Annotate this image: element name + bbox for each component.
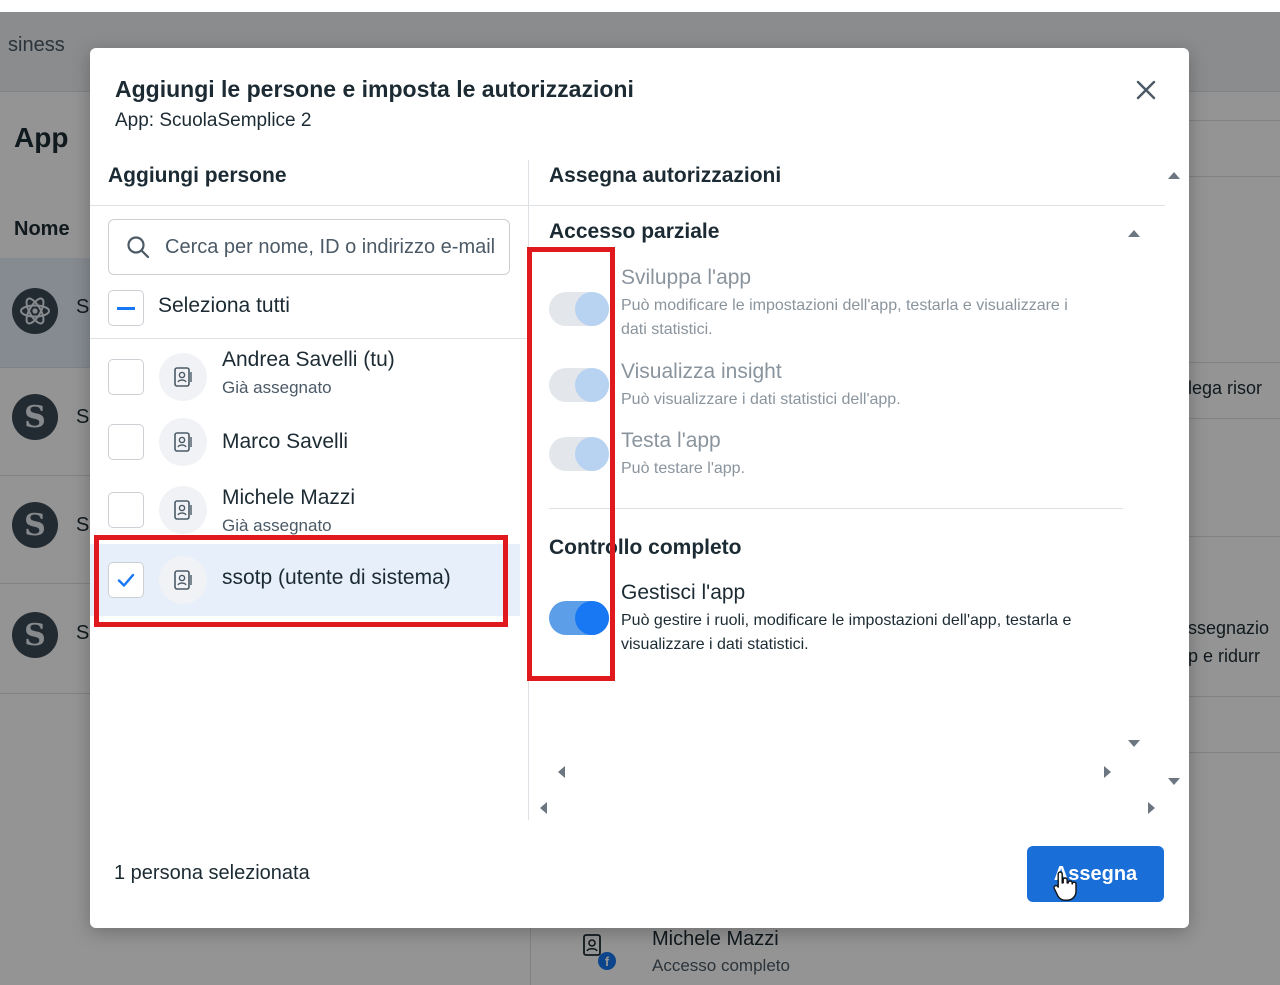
permissions-dialog: Aggiungi le persone e imposta le autoriz…: [90, 48, 1189, 928]
top-edge: [0, 0, 1280, 12]
scroll-up-arrow[interactable]: [1168, 172, 1180, 179]
person-status: Già assegnato: [222, 516, 332, 535]
permission-view-insights: Visualizza insight Può visualizzare i da…: [549, 360, 1109, 410]
highlight-toggles: [527, 247, 615, 681]
header-divider: [90, 205, 528, 206]
search-input[interactable]: [165, 230, 505, 264]
outer-scroll-left-arrow[interactable]: [540, 802, 547, 814]
partial-access-title: Accesso parziale: [549, 220, 720, 243]
person-name: Michele Mazzi: [222, 486, 356, 509]
selected-count: 1 persona selezionata: [114, 862, 310, 884]
inner-scroll-left-arrow[interactable]: [558, 766, 565, 778]
section-divider: [549, 508, 1123, 509]
permission-title: Visualizza insight: [621, 360, 782, 383]
permission-develop-app: Sviluppa l'app Può modificare le imposta…: [549, 266, 1109, 338]
permission-title: Sviluppa l'app: [621, 266, 752, 289]
scroll-down-arrow[interactable]: [1168, 778, 1180, 785]
inner-scroll-up-arrow[interactable]: [1128, 230, 1140, 237]
person-name: Marco Savelli: [222, 430, 349, 453]
assign-permissions-header: Assegna autorizzazioni: [549, 164, 782, 187]
person-card-icon: [159, 353, 207, 401]
header-divider: [529, 205, 1165, 206]
assign-button[interactable]: Assegna: [1027, 846, 1164, 902]
add-people-header: Aggiungi persone: [108, 164, 287, 187]
permission-manage-app: Gestisci l'app Può gestire i ruoli, modi…: [549, 581, 1109, 653]
select-all-label: Seleziona tutti: [158, 294, 290, 317]
permission-description: Può gestire i ruoli, modificare le impos…: [621, 612, 1072, 653]
person-row[interactable]: Andrea Savelli (tu) Già assegnato: [90, 340, 520, 414]
permission-description: Può visualizzare i dati statistici dell'…: [621, 391, 901, 408]
person-checkbox[interactable]: [108, 424, 144, 460]
inner-scroll-right-arrow[interactable]: [1104, 766, 1111, 778]
highlight-selected-person: [94, 535, 508, 627]
person-checkbox[interactable]: [108, 492, 144, 528]
permission-description: Può testare l'app.: [621, 460, 746, 477]
person-row[interactable]: Marco Savelli: [90, 408, 520, 482]
outer-scroll-right-arrow[interactable]: [1148, 802, 1155, 814]
search-field[interactable]: [108, 219, 510, 275]
close-icon[interactable]: [1130, 74, 1162, 106]
permission-title: Gestisci l'app: [621, 581, 746, 604]
permission-test-app: Testa l'app Può testare l'app.: [549, 429, 1109, 479]
person-checkbox[interactable]: [108, 359, 144, 395]
search-icon: [127, 236, 150, 259]
person-name: Andrea Savelli (tu): [222, 348, 395, 371]
dialog-subtitle: App: ScuolaSemplice 2: [115, 110, 312, 131]
permissions-panel: Accesso parziale Sviluppa l'app Può modi…: [530, 208, 1150, 760]
list-divider: [90, 338, 528, 339]
permission-description: Può modificare le impostazioni dell'app,…: [621, 297, 1068, 338]
person-status: Già assegnato: [222, 378, 332, 397]
inner-scroll-down-arrow[interactable]: [1128, 740, 1140, 747]
person-card-icon: [159, 418, 207, 466]
permission-title: Testa l'app: [621, 429, 721, 452]
hand-cursor-icon: [1053, 871, 1077, 901]
dialog-title: Aggiungi le persone e imposta le autoriz…: [115, 76, 634, 102]
select-all-checkbox[interactable]: [108, 290, 144, 326]
indeterminate-icon: [117, 306, 135, 310]
person-card-icon: [159, 486, 207, 534]
